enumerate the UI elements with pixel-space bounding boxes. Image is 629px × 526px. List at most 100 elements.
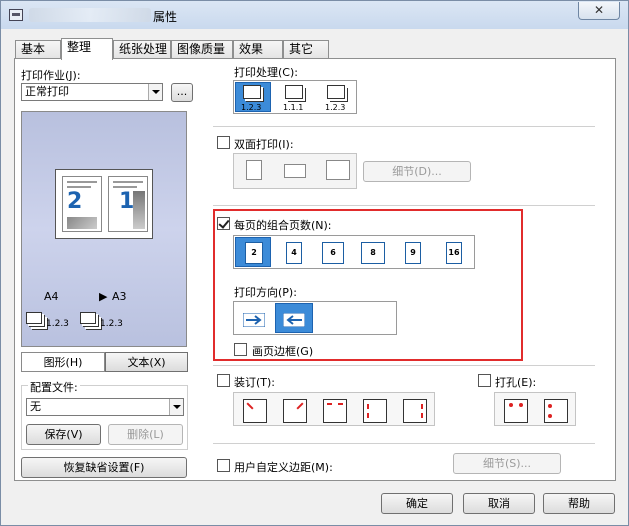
staple-top-left-option[interactable] xyxy=(236,394,272,424)
duplex-long-edge-option[interactable] xyxy=(235,155,271,185)
direction-left-to-right-option[interactable] xyxy=(235,303,273,333)
punch-left-option[interactable] xyxy=(537,394,573,424)
print-job-label: 打印作业(J): xyxy=(21,69,81,82)
staple-corner-icon xyxy=(243,399,267,423)
punch-checkbox[interactable] xyxy=(478,374,491,387)
staple-top-double-option[interactable] xyxy=(316,394,352,424)
direction-right-to-left-option[interactable] xyxy=(275,303,313,333)
nup-value: 4 xyxy=(286,242,302,264)
stack-icon xyxy=(327,85,345,99)
custom-margin-checkbox[interactable] xyxy=(217,459,230,472)
duplex-checkbox[interactable] xyxy=(217,136,230,149)
tab-basic[interactable]: 基本 xyxy=(15,40,61,59)
arrow-right-icon xyxy=(243,313,265,327)
nup-option-9[interactable]: 9 xyxy=(395,237,431,267)
nup-options-group: 2 4 6 8 9 16 xyxy=(233,235,475,269)
nup-option-4[interactable]: 4 xyxy=(275,237,311,267)
divider xyxy=(213,443,595,444)
duplex-short-edge-option[interactable] xyxy=(277,155,313,185)
window-title: 属性 xyxy=(153,10,178,24)
page-border-checkbox[interactable] xyxy=(234,343,247,356)
close-button[interactable]: ✕ xyxy=(578,2,620,20)
process-option-label: 1.1.1 xyxy=(283,103,304,112)
restore-defaults-button[interactable]: 恢复缺省设置(F) xyxy=(21,457,187,478)
staple-top-right-option[interactable] xyxy=(276,394,312,424)
title-bar: 属性 ✕ xyxy=(1,1,628,29)
nup-value: 8 xyxy=(361,242,385,264)
config-file-value: 无 xyxy=(30,400,41,413)
process-collate-option[interactable]: 1.2.3 xyxy=(235,82,271,112)
printer-icon xyxy=(9,9,23,21)
view-tab-text[interactable]: 文本(X) xyxy=(105,352,188,372)
paper-size-output: A3 xyxy=(112,290,127,303)
collate-stack-icon xyxy=(26,312,42,324)
process-group-option[interactable]: 1.1.1 xyxy=(277,82,313,112)
stack-icon xyxy=(285,85,303,99)
staple-options-group xyxy=(233,392,435,426)
printer-name-blurred xyxy=(29,8,151,22)
nup-checkbox[interactable] xyxy=(217,217,230,230)
nup-value: 6 xyxy=(322,242,344,264)
divider xyxy=(213,126,595,127)
print-process-label: 打印处理(C): xyxy=(234,66,298,79)
tab-other[interactable]: 其它 xyxy=(283,40,329,59)
tab-layout[interactable]: 整理 xyxy=(61,38,113,60)
nup-option-8[interactable]: 8 xyxy=(355,237,391,267)
staple-left-double-option[interactable] xyxy=(356,394,392,424)
arrow-right-icon: ▶ xyxy=(99,290,108,303)
divider xyxy=(213,205,595,206)
process-offset-option[interactable]: 1.2.3 xyxy=(319,82,355,112)
punch-left-icon xyxy=(544,399,568,423)
print-job-more-button[interactable]: ... xyxy=(171,83,193,102)
staple-checkbox[interactable] xyxy=(217,374,230,387)
nup-option-16[interactable]: 16 xyxy=(435,237,471,267)
page-icon xyxy=(246,160,262,180)
config-file-select[interactable]: 无 xyxy=(26,398,184,416)
save-config-button[interactable]: 保存(V) xyxy=(26,424,101,445)
arrow-left-icon xyxy=(283,313,305,327)
duplex-booklet-option[interactable] xyxy=(319,155,355,185)
custom-margin-label: 用户自定义边距(M): xyxy=(234,461,333,474)
cancel-button[interactable]: 取消 xyxy=(463,493,535,514)
tab-image-quality[interactable]: 图像质量 xyxy=(171,40,233,59)
ok-button[interactable]: 确定 xyxy=(381,493,453,514)
duplex-label: 双面打印(I): xyxy=(234,138,294,151)
preview-page-number-right: 1 xyxy=(119,189,135,214)
delete-config-button[interactable]: 删除(L) xyxy=(108,424,183,445)
punch-label: 打孔(E): xyxy=(495,376,537,389)
staple-double-left-icon xyxy=(363,399,387,423)
nup-value: 2 xyxy=(245,242,263,264)
nup-value: 16 xyxy=(446,242,462,264)
nup-option-6[interactable]: 6 xyxy=(315,237,351,267)
nup-label: 每页的组合页数(N): xyxy=(234,219,332,232)
nup-option-2[interactable]: 2 xyxy=(235,237,271,267)
punch-top-option[interactable] xyxy=(497,394,533,424)
punch-top-icon xyxy=(504,399,528,423)
staple-corner-icon xyxy=(283,399,307,423)
page-border-label: 画页边框(G) xyxy=(252,345,314,358)
nup-value: 9 xyxy=(405,242,421,264)
collate-stack-icon xyxy=(80,312,96,324)
help-button[interactable]: 帮助 xyxy=(543,493,615,514)
margin-details-button[interactable]: 细节(S)... xyxy=(453,453,561,474)
page-icon xyxy=(284,164,306,178)
view-tab-graphic[interactable]: 图形(H) xyxy=(21,352,105,372)
direction-label: 打印方向(P): xyxy=(234,286,297,299)
process-option-label: 1.2.3 xyxy=(325,103,346,112)
properties-dialog: 属性 ✕ 基本 整理 纸张处理 图像质量 效果 其它 打印作业(J): 正常打印… xyxy=(0,0,629,526)
chevron-down-icon xyxy=(169,399,183,415)
duplex-details-button[interactable]: 细节(D)... xyxy=(363,161,471,182)
print-job-select[interactable]: 正常打印 xyxy=(21,83,163,101)
staple-double-right-icon xyxy=(403,399,427,423)
punch-options-group xyxy=(494,392,576,426)
staple-right-double-option[interactable] xyxy=(396,394,432,424)
process-option-label: 1.2.3 xyxy=(241,103,262,112)
staple-label: 装订(T): xyxy=(234,376,276,389)
preview-page-left: 2 xyxy=(62,176,102,232)
collate-label-b: 1.2.3 xyxy=(100,319,123,329)
tab-paper-handling[interactable]: 纸张处理 xyxy=(113,40,171,59)
preview-page-right: 1 xyxy=(108,176,148,232)
tab-effects[interactable]: 效果 xyxy=(233,40,283,59)
collate-label-a: 1.2.3 xyxy=(46,319,69,329)
print-job-value: 正常打印 xyxy=(25,85,69,98)
